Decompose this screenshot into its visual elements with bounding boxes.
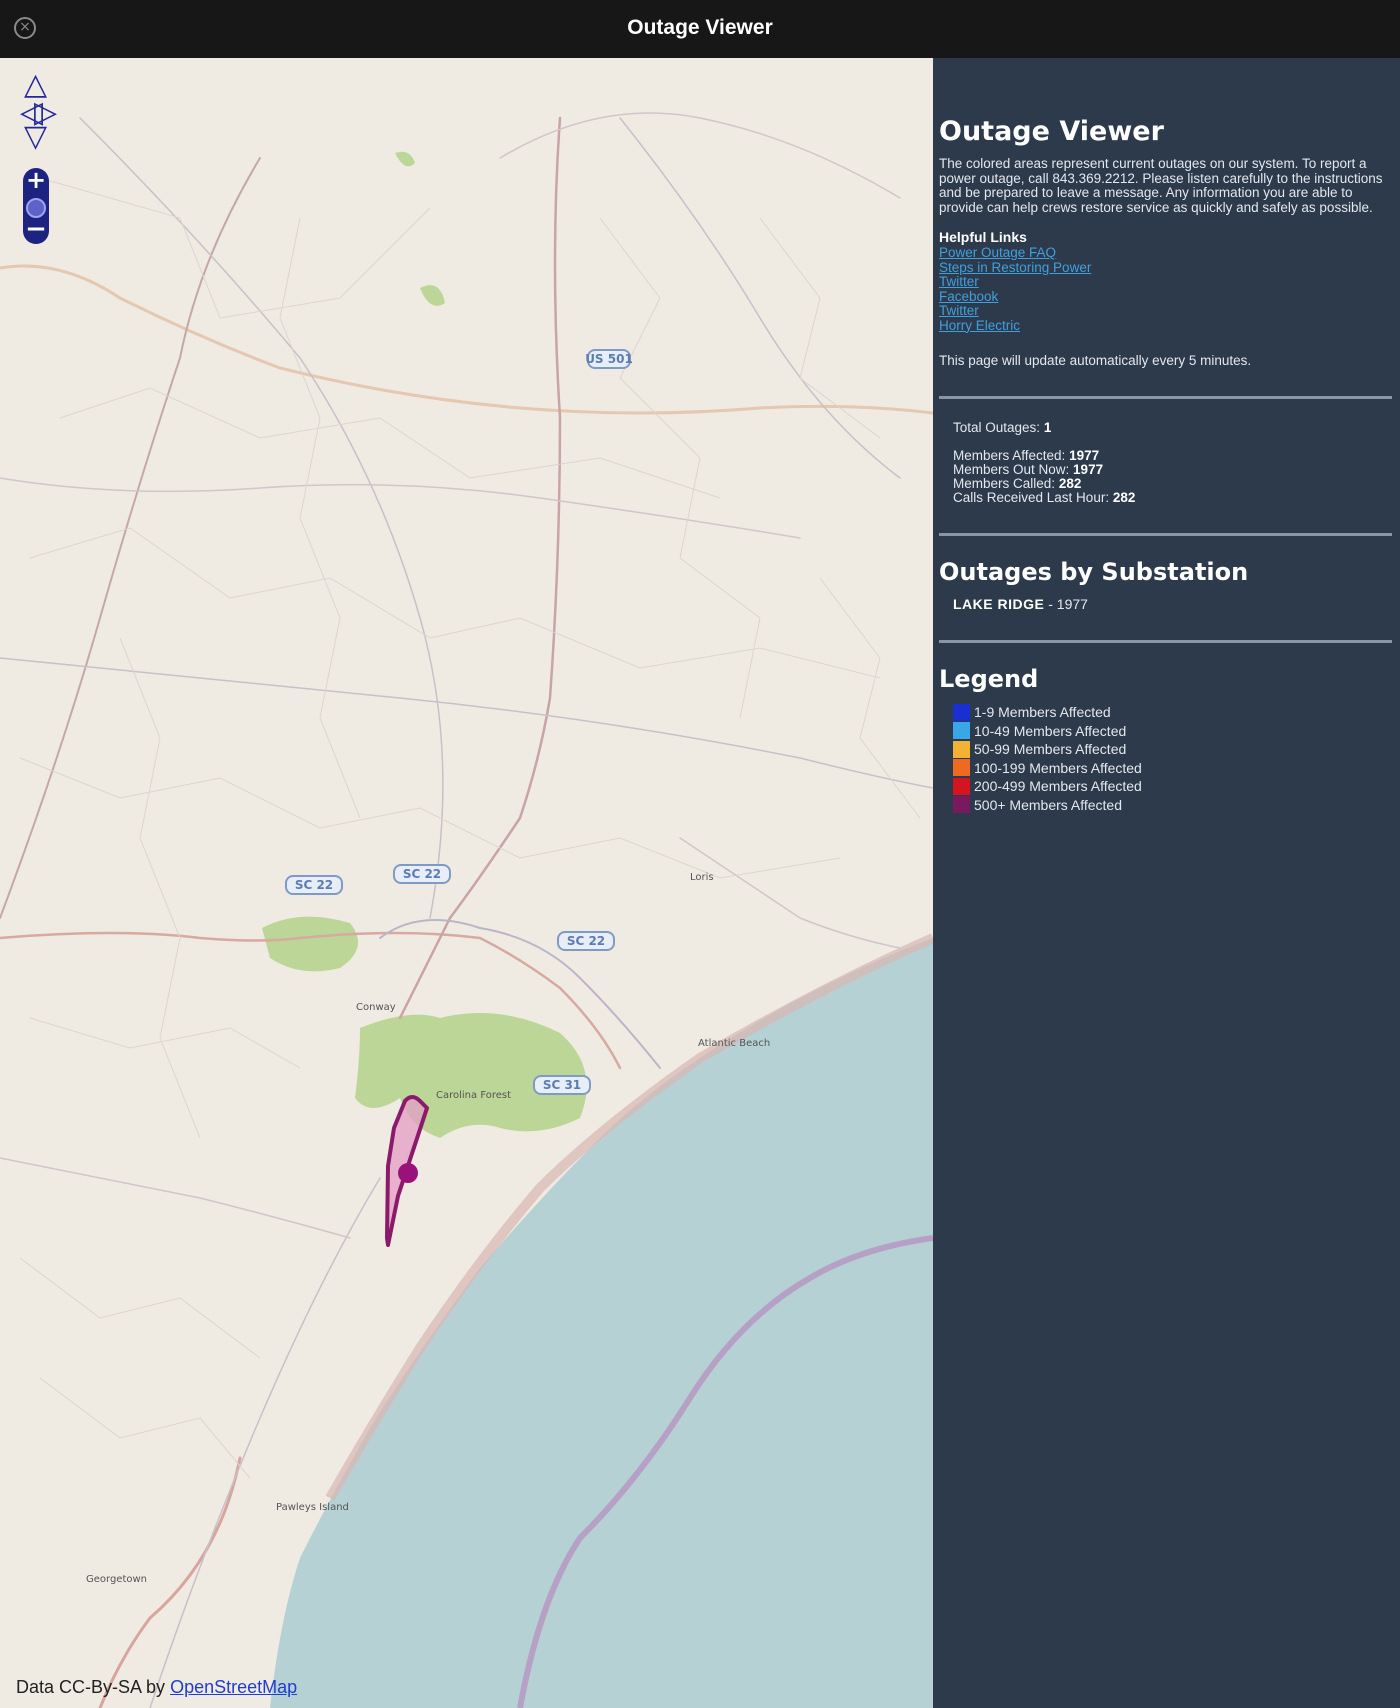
members-called-label: Members Called: [953, 476, 1056, 491]
legend-swatch [953, 796, 970, 814]
legend-heading: Legend [939, 665, 1039, 693]
openstreetmap-link[interactable]: OpenStreetMap [170, 1677, 297, 1697]
map-attribution: Data CC-By-SA by OpenStreetMap [16, 1677, 297, 1698]
legend-item: 10-49 Members Affected [953, 722, 1392, 741]
calls-last-hour-row: Calls Received Last Hour: 282 [953, 491, 1392, 505]
legend-swatch [953, 722, 970, 740]
place-label: Pawleys Island [276, 1502, 349, 1513]
route-shield-label: SC 22 [295, 878, 333, 892]
place-label: Georgetown [86, 1574, 147, 1585]
substation-separator: - [1048, 596, 1057, 612]
intro-text: The colored areas represent current outa… [939, 156, 1383, 215]
link-facebook[interactable]: Facebook [939, 289, 1392, 305]
helpful-links: Power Outage FAQ Steps in Restoring Powe… [939, 245, 1392, 334]
legend-label: 100-199 Members Affected [974, 759, 1142, 776]
legend-label: 200-499 Members Affected [974, 778, 1142, 795]
window-title: Outage Viewer [627, 16, 773, 39]
members-out-now-label: Members Out Now: [953, 462, 1070, 477]
legend-item: 500+ Members Affected [953, 796, 1392, 815]
zoom-in-icon[interactable]: + [23, 168, 49, 194]
members-affected-value: 1977 [1069, 448, 1100, 463]
divider [939, 533, 1392, 536]
helpful-links-title: Helpful Links [939, 229, 1027, 245]
members-out-now-row: Members Out Now: 1977 [953, 463, 1392, 477]
members-affected-label: Members Affected: [953, 448, 1066, 463]
legend-label: 10-49 Members Affected [974, 722, 1127, 739]
legend-item: 100-199 Members Affected [953, 759, 1392, 778]
substation-count: 1977 [1056, 596, 1088, 612]
members-affected-row: Members Affected: 1977 [953, 449, 1392, 463]
zoom-out-icon[interactable]: − [23, 216, 49, 244]
map-view[interactable]: US 501 SC 22 SC 22 SC 22 SC 31 Conway Ca… [0, 58, 933, 1708]
pan-down-icon[interactable]: ▽ [24, 122, 47, 152]
legend-item: 200-499 Members Affected [953, 777, 1392, 796]
route-shield-label: SC 22 [403, 867, 441, 881]
legend-item: 50-99 Members Affected [953, 740, 1392, 759]
substation-name: LAKE RIDGE [953, 596, 1045, 612]
divider [939, 396, 1392, 399]
legend-swatch [953, 759, 970, 777]
members-called-row: Members Called: 282 [953, 477, 1392, 491]
substation-heading: Outages by Substation [939, 558, 1249, 586]
legend: 1-9 Members Affected 10-49 Members Affec… [939, 703, 1392, 814]
route-shield-label: SC 22 [567, 934, 605, 948]
members-called-value: 282 [1058, 476, 1082, 491]
legend-label: 500+ Members Affected [974, 796, 1122, 813]
place-label: Loris [690, 872, 714, 883]
substation-item: LAKE RIDGE - 1977 [939, 596, 1392, 612]
place-label: Carolina Forest [436, 1090, 511, 1101]
place-label: Atlantic Beach [698, 1038, 770, 1049]
total-outages-label: Total Outages: [953, 420, 1041, 435]
link-power-outage-faq[interactable]: Power Outage FAQ [939, 245, 1392, 261]
attribution-text: Data CC-By-SA by [16, 1677, 166, 1697]
total-outages-value: 1 [1043, 420, 1052, 435]
title-bar: × Outage Viewer [0, 0, 1400, 58]
route-shield-label: SC 31 [543, 1078, 581, 1092]
place-label: Conway [356, 1002, 396, 1013]
legend-swatch [953, 703, 970, 721]
route-shield-label: US 501 [585, 352, 633, 366]
legend-label: 1-9 Members Affected [974, 704, 1111, 721]
calls-last-hour-value: 282 [1112, 490, 1136, 505]
members-out-now-value: 1977 [1073, 462, 1104, 477]
link-horry-electric[interactable]: Horry Electric [939, 318, 1392, 334]
route-shields: US 501 SC 22 SC 22 SC 22 SC 31 [285, 349, 633, 1095]
calls-last-hour-label: Calls Received Last Hour: [953, 490, 1110, 505]
legend-item: 1-9 Members Affected [953, 703, 1392, 722]
park-areas [262, 151, 587, 1138]
legend-swatch [953, 777, 970, 795]
outage-marker[interactable] [398, 1163, 418, 1183]
link-twitter[interactable]: Twitter [939, 274, 1392, 290]
outage-stats: Total Outages: 1 Members Affected: 1977 … [939, 421, 1392, 505]
legend-swatch [953, 740, 970, 758]
total-outages-row: Total Outages: 1 [953, 421, 1392, 435]
panel-heading: Outage Viewer [939, 116, 1164, 147]
update-note: This page will update automatically ever… [939, 353, 1252, 368]
stats-spacer [953, 435, 1392, 449]
map-canvas: US 501 SC 22 SC 22 SC 22 SC 31 Conway Ca… [0, 112, 933, 1708]
legend-label: 50-99 Members Affected [974, 741, 1127, 758]
info-panel: Outage Viewer The colored areas represen… [933, 58, 1400, 1708]
link-steps-restoring-power[interactable]: Steps in Restoring Power [939, 260, 1392, 276]
divider [939, 640, 1392, 643]
link-twitter-2[interactable]: Twitter [939, 303, 1392, 319]
